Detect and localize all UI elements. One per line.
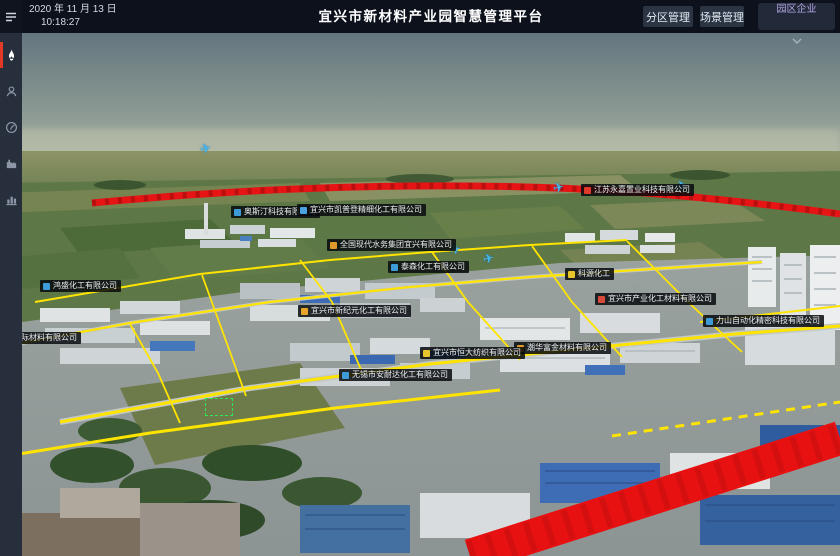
company-marker-icon xyxy=(43,283,50,290)
flame-icon xyxy=(5,48,18,62)
gauge-icon xyxy=(5,121,18,134)
company-name: 江苏永嘉置业科技有限公司 xyxy=(594,186,690,194)
park-enterprise-dropdown[interactable]: 园区企业 xyxy=(758,3,835,30)
company-label-chip[interactable]: 鸿盛化工有限公司 xyxy=(40,280,121,292)
company-label-chip[interactable]: 全国现代水务集团宜兴有限公司 xyxy=(327,239,456,251)
company-name: 力山自动化精密科技有限公司 xyxy=(716,317,820,325)
current-date: 2020 年 11 月 13 日 xyxy=(29,3,117,16)
menu-icon xyxy=(4,10,18,24)
company-name: 宜兴市恒大纺织有限公司 xyxy=(433,349,521,357)
company-marker-icon xyxy=(330,242,337,249)
company-name: 科源化工 xyxy=(578,270,610,278)
top-bar: 2020 年 11 月 13 日 10:18:27 宜兴市新材料产业园智慧管理平… xyxy=(22,0,840,33)
company-marker-icon xyxy=(301,308,308,315)
chevron-down-icon xyxy=(792,38,802,44)
company-label-chip[interactable]: 泰森化工有限公司 xyxy=(388,261,469,273)
person-icon xyxy=(5,85,18,98)
partition-manage-button[interactable]: 分区管理 xyxy=(643,6,693,27)
sidebar-item-gauge[interactable] xyxy=(0,109,22,145)
current-time: 10:18:27 xyxy=(29,16,117,29)
sidebar-item-statistics[interactable] xyxy=(0,181,22,217)
company-marker-icon xyxy=(598,296,605,303)
factory-icon xyxy=(5,157,18,170)
scene-manage-button[interactable]: 场景管理 xyxy=(700,6,744,27)
company-name: 泰森化工有限公司 xyxy=(401,263,465,271)
company-label-chip[interactable]: 宜兴市新纪元化工有限公司 xyxy=(298,305,411,317)
company-name: 宜兴市产业化工材料有限公司 xyxy=(608,295,712,303)
company-name: 潮华富金材料有限公司 xyxy=(527,344,607,352)
company-label-chip[interactable]: 潮华富金材料有限公司 xyxy=(514,342,611,354)
company-name: 鸿盛化工有限公司 xyxy=(53,282,117,290)
company-marker-icon xyxy=(423,350,430,357)
company-name: 宜兴市凯普登精细化工有限公司 xyxy=(310,206,422,214)
company-marker-icon xyxy=(300,207,307,214)
company-name: 全国现代水务集团宜兴有限公司 xyxy=(340,241,452,249)
company-label-chip[interactable]: 宜兴市产业化工材料有限公司 xyxy=(595,293,716,305)
sidebar-item-fire-monitor[interactable] xyxy=(0,37,22,73)
menu-button[interactable] xyxy=(0,0,22,33)
sidebar xyxy=(0,0,22,556)
company-label-chip[interactable]: 科源化工 xyxy=(565,268,614,280)
company-marker-icon xyxy=(568,271,575,278)
company-label-chip[interactable]: 宜兴市恒大纺织有限公司 xyxy=(420,347,525,359)
company-marker-icon xyxy=(706,318,713,325)
sidebar-item-personnel[interactable] xyxy=(0,73,22,109)
company-label-chip[interactable]: 宜兴市凯普登精细化工有限公司 xyxy=(297,204,426,216)
company-label-chip[interactable]: 无锡市安耐达化工有限公司 xyxy=(339,369,452,381)
company-label-chip[interactable]: 力山自动化精密科技有限公司 xyxy=(703,315,824,327)
company-name: 宜兴市新纪元化工有限公司 xyxy=(311,307,407,315)
company-marker-icon xyxy=(342,372,349,379)
company-marker-icon xyxy=(391,264,398,271)
company-marker-icon xyxy=(234,209,241,216)
map-viewport[interactable]: 奥斯汀科技有限公司 宜兴市凯普登精细化工有限公司 全国现代水务集团宜兴有限公司 … xyxy=(0,33,840,556)
company-label-chip[interactable]: 江苏永嘉置业科技有限公司 xyxy=(581,184,694,196)
company-name: 无锡市安耐达化工有限公司 xyxy=(352,371,448,379)
company-marker-icon xyxy=(584,187,591,194)
bar-chart-icon xyxy=(5,193,18,206)
datetime: 2020 年 11 月 13 日 10:18:27 xyxy=(29,3,117,29)
selection-box[interactable] xyxy=(205,398,233,416)
park-enterprise-dropdown-label: 园区企业 xyxy=(758,3,835,17)
sidebar-item-enterprise[interactable] xyxy=(0,145,22,181)
